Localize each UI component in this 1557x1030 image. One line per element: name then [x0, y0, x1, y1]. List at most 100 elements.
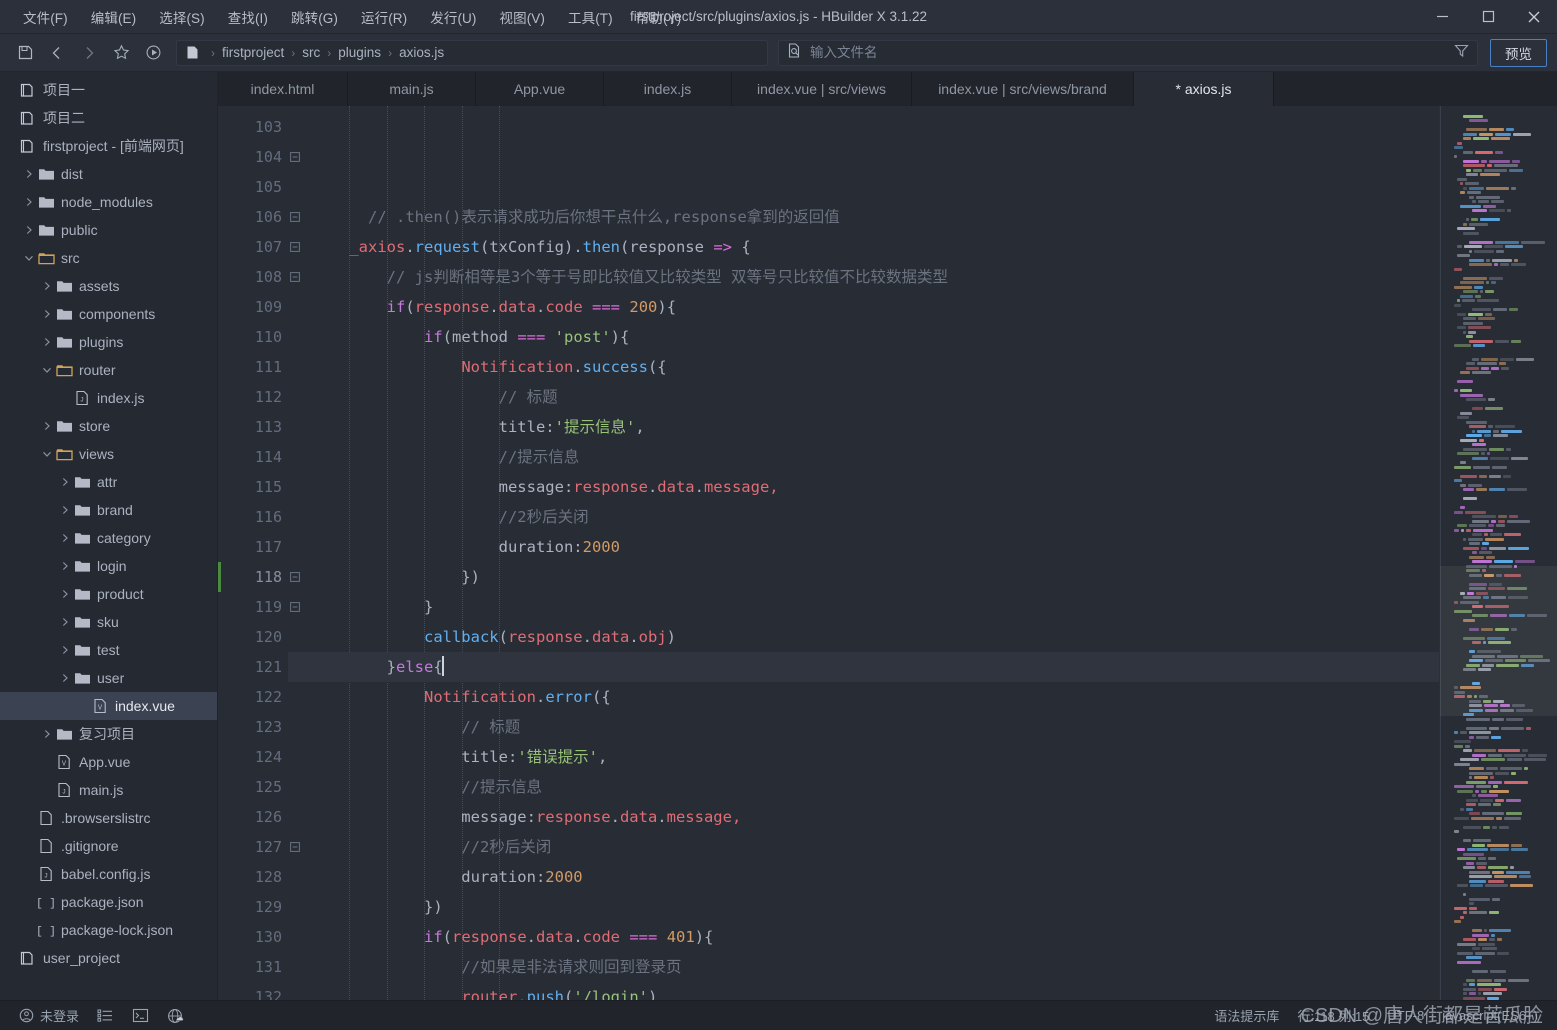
menu-item-0[interactable]: 文件(F) [12, 2, 79, 32]
tree-item-index.vue[interactable]: Vindex.vue [0, 692, 217, 720]
login-status[interactable]: 未登录 [10, 1001, 88, 1030]
file-search-box[interactable] [778, 39, 1478, 66]
code-line[interactable]: Notification.error({ [312, 682, 1439, 712]
code-line[interactable]: }) [312, 562, 1439, 592]
minimap-viewport[interactable] [1440, 566, 1557, 716]
code-line[interactable]: //2秒后关闭 [312, 502, 1439, 532]
tree-item-firstproject-[interactable]: firstproject - [前端网页] [0, 132, 217, 160]
code-line[interactable]: title:'提示信息', [312, 412, 1439, 442]
code-line[interactable]: message:response.data.message, [312, 472, 1439, 502]
tree-item-sku[interactable]: sku [0, 608, 217, 636]
menu-item-9[interactable]: 帮助(Y) [625, 2, 693, 32]
tab-2[interactable]: App.vue [476, 72, 604, 106]
tree-item-category[interactable]: category [0, 524, 217, 552]
code-line[interactable]: if(method === 'post'){ [312, 322, 1439, 352]
tab-6[interactable]: * axios.js [1134, 72, 1274, 106]
tree-item-assets[interactable]: assets [0, 272, 217, 300]
code-line[interactable]: title:'错误提示', [312, 742, 1439, 772]
back-icon[interactable] [42, 40, 72, 66]
chevron-down-icon[interactable] [40, 449, 54, 459]
tree-item-src[interactable]: src [0, 244, 217, 272]
tree-item-public[interactable]: public [0, 216, 217, 244]
menu-item-4[interactable]: 跳转(G) [280, 2, 349, 32]
menu-item-3[interactable]: 查找(I) [217, 2, 279, 32]
code-line[interactable]: // .then()表示请求成功后你想干点什么,response拿到的返回值 [312, 202, 1439, 232]
chevron-down-icon[interactable] [22, 253, 36, 263]
code-line[interactable]: callback(response.data.obj) [312, 622, 1439, 652]
tree-item-package-lock.json[interactable]: [ ] package-lock.json [0, 916, 217, 944]
breadcrumb-segment[interactable]: firstproject [222, 45, 284, 60]
tree-item-[interactable]: 项目二 [0, 104, 217, 132]
tree-item-login[interactable]: login [0, 552, 217, 580]
tab-3[interactable]: index.js [604, 72, 732, 106]
chevron-right-icon[interactable] [22, 197, 36, 207]
maximize-button[interactable] [1465, 0, 1511, 34]
chevron-right-icon[interactable] [40, 421, 54, 431]
menu-item-1[interactable]: 编辑(E) [80, 2, 148, 32]
code-line[interactable]: //提示信息 [312, 442, 1439, 472]
code-line[interactable]: //2秒后关闭 [312, 832, 1439, 862]
code-line[interactable]: // js判断相等是3个等于号即比较值又比较类型 双等号只比较值不比较数据类型 [312, 262, 1439, 292]
minimize-button[interactable] [1419, 0, 1465, 34]
tree-item-[interactable]: 复习项目 [0, 720, 217, 748]
tree-item-test[interactable]: test [0, 636, 217, 664]
chevron-right-icon[interactable] [40, 281, 54, 291]
tree-item-dist[interactable]: dist [0, 160, 217, 188]
minimap[interactable] [1439, 106, 1557, 1000]
tab-1[interactable]: main.js [348, 72, 476, 106]
code-line[interactable]: _axios.request(txConfig).then(response =… [312, 232, 1439, 262]
code-content[interactable]: // .then()表示请求成功后你想干点什么,response拿到的返回值 _… [288, 106, 1439, 1000]
menu-item-7[interactable]: 视图(V) [489, 2, 557, 32]
menu-item-6[interactable]: 发行(U) [419, 2, 487, 32]
favorite-star-icon[interactable] [106, 40, 136, 66]
tree-item-index.js[interactable]: Jindex.js [0, 384, 217, 412]
chevron-right-icon[interactable] [58, 505, 72, 515]
project-explorer[interactable]: 项目一 项目二 firstproject - [前端网页] dist node_modu… [0, 72, 218, 1000]
code-line[interactable]: duration:2000 [312, 532, 1439, 562]
tab-5[interactable]: index.vue | src/views/brand [912, 72, 1134, 106]
code-line[interactable]: // 标题 [312, 382, 1439, 412]
browser-icon[interactable] [158, 1001, 193, 1030]
tree-item-.browserslistrc[interactable]: .browserslistrc [0, 804, 217, 832]
code-editor[interactable]: 103 104 105 106 107 108 109 110 111 112 113 114 115 1… [218, 106, 1557, 1000]
tree-item-app.vue[interactable]: V App.vue [0, 748, 217, 776]
breadcrumb-segment[interactable]: src [302, 45, 320, 60]
chevron-right-icon[interactable] [58, 589, 72, 599]
code-line[interactable]: //提示信息 [312, 772, 1439, 802]
search-input[interactable] [810, 45, 1446, 60]
tree-item-views[interactable]: views [0, 440, 217, 468]
syntax-library[interactable]: 语法提示库 [1205, 1001, 1288, 1030]
tree-item-.gitignore[interactable]: .gitignore [0, 832, 217, 860]
tree-item-[interactable]: 项目一 [0, 76, 217, 104]
tab-0[interactable]: index.html [218, 72, 348, 106]
chevron-right-icon[interactable] [40, 337, 54, 347]
code-line[interactable]: message:response.data.message, [312, 802, 1439, 832]
breadcrumb-segment[interactable]: axios.js [399, 45, 444, 60]
tree-item-brand[interactable]: brand [0, 496, 217, 524]
tree-item-components[interactable]: components [0, 300, 217, 328]
tree-item-babel.config.js[interactable]: Jbabel.config.js [0, 860, 217, 888]
chevron-right-icon[interactable] [22, 169, 36, 179]
save-icon[interactable] [10, 40, 40, 66]
cursor-position[interactable]: 行:118 列:15 [1288, 1001, 1378, 1030]
chevron-right-icon[interactable] [58, 645, 72, 655]
code-line[interactable]: duration:2000 [312, 862, 1439, 892]
code-line[interactable]: if(response.data.code === 401){ [312, 922, 1439, 952]
filter-icon[interactable] [1454, 43, 1469, 63]
chevron-right-icon[interactable] [58, 673, 72, 683]
code-line[interactable]: } [312, 592, 1439, 622]
tree-item-main.js[interactable]: Jmain.js [0, 776, 217, 804]
chevron-down-icon[interactable] [40, 365, 54, 375]
tree-item-node_modules[interactable]: node_modules [0, 188, 217, 216]
outline-icon[interactable] [88, 1001, 123, 1030]
tree-item-store[interactable]: store [0, 412, 217, 440]
tree-item-user[interactable]: user [0, 664, 217, 692]
code-line[interactable]: Notification.success({ [312, 352, 1439, 382]
tree-item-package.json[interactable]: [ ] package.json [0, 888, 217, 916]
preview-button[interactable]: 预览 [1490, 38, 1547, 67]
code-line[interactable]: router.push('/login') [312, 982, 1439, 1000]
code-line[interactable]: //如果是非法请求则回到登录页 [312, 952, 1439, 982]
run-icon[interactable] [138, 40, 168, 66]
chevron-right-icon[interactable] [58, 477, 72, 487]
menu-item-2[interactable]: 选择(S) [148, 2, 216, 32]
